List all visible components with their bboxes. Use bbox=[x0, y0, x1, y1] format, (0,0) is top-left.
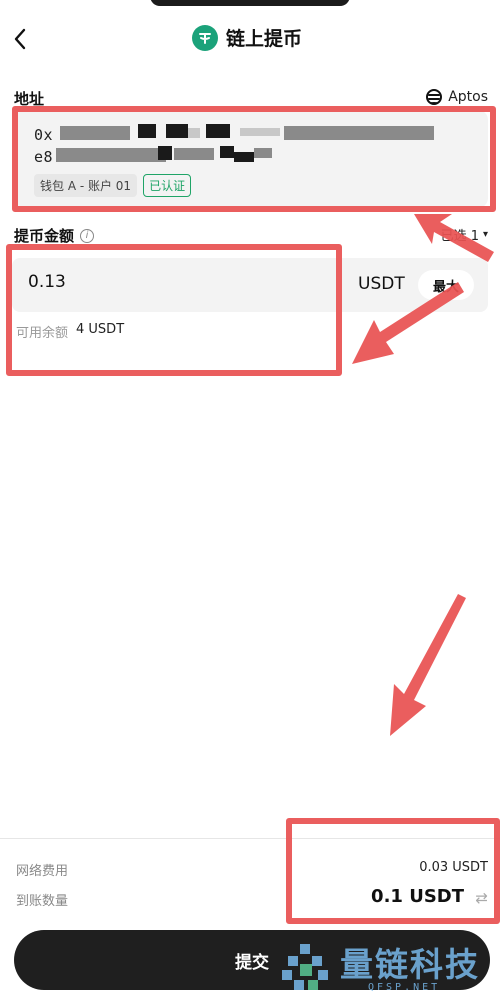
chevron-left-icon bbox=[14, 28, 26, 50]
swap-icon[interactable]: ⇄ bbox=[475, 889, 488, 907]
verified-badge: 已认证 bbox=[143, 174, 192, 197]
amount-unit: USDT bbox=[358, 274, 405, 294]
fee-label: 网络费用 bbox=[16, 864, 69, 879]
info-icon[interactable]: i bbox=[80, 228, 95, 243]
amount-label: 提币金额 bbox=[14, 227, 75, 245]
amount-label-row: 提币金额 i bbox=[14, 225, 95, 246]
watermark: 量链科技 QFSP.NET bbox=[280, 936, 500, 998]
address-field[interactable]: 0x e8 钱包 A - 账户 01 已认证 bbox=[14, 110, 488, 208]
receive-value: 0.1 USDT bbox=[371, 886, 464, 907]
balance-label: 可用余额 bbox=[16, 326, 69, 341]
back-button[interactable] bbox=[10, 26, 34, 54]
watermark-logo-icon bbox=[282, 944, 328, 990]
account-select[interactable]: 已选 1 ▾ bbox=[441, 225, 488, 244]
balance-row: 可用余额 4 USDT bbox=[16, 322, 124, 341]
wallet-tag: 钱包 A - 账户 01 bbox=[34, 174, 138, 197]
aptos-icon bbox=[426, 89, 443, 105]
top-strip bbox=[150, 0, 350, 6]
amount-input[interactable]: 0.13 USDT 最大 bbox=[12, 258, 488, 312]
fee-value: 0.03 USDT bbox=[419, 860, 488, 875]
network-selector[interactable]: Aptos bbox=[426, 89, 488, 105]
receive-label: 到账数量 bbox=[16, 894, 69, 909]
account-select-text: 已选 1 bbox=[440, 229, 479, 244]
tether-icon bbox=[192, 24, 218, 51]
watermark-text: 量链科技 bbox=[340, 945, 480, 984]
max-button[interactable]: 最大 bbox=[418, 270, 474, 300]
network-name: Aptos bbox=[448, 89, 488, 105]
chevron-down-icon: ▾ bbox=[482, 229, 488, 240]
annotation-arrow-summary bbox=[390, 594, 466, 736]
address-meta: 钱包 A - 账户 01 已认证 bbox=[34, 174, 192, 197]
balance-value: 4 USDT bbox=[76, 322, 125, 337]
address-label: 地址 bbox=[14, 90, 45, 108]
submit-label: 提交 bbox=[235, 952, 269, 973]
title-wrap: 链上提币 bbox=[192, 24, 302, 51]
page-title: 链上提币 bbox=[226, 28, 303, 50]
watermark-sub: QFSP.NET bbox=[368, 982, 441, 993]
divider bbox=[0, 838, 500, 839]
amount-value: 0.13 bbox=[28, 272, 66, 292]
header: 链上提币 bbox=[0, 20, 500, 60]
